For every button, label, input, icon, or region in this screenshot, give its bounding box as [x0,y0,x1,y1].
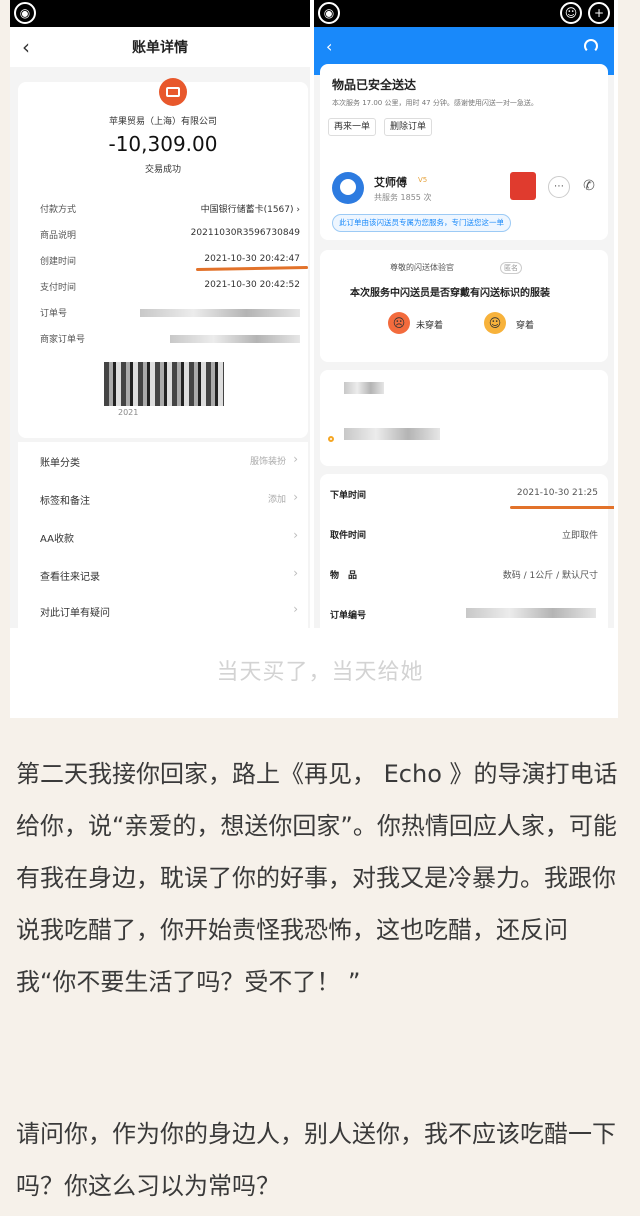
reorder-button[interactable]: 再来一单 [328,118,377,136]
blurred-barcode [104,362,224,406]
row-value: 20211030R3596730849 [190,228,300,238]
menu-label: 账单分类 [40,458,80,469]
location-dot-icon [328,436,334,442]
anonymous-badge: 匿名 [500,262,522,274]
detail-row-payment[interactable]: 付款方式 中国银行储蓄卡(1567) › [40,202,300,218]
menu-item-tags[interactable]: 标签和备注 添加 › [40,490,298,512]
delivered-title: 物品已安全送达 [332,78,417,92]
delete-order-button[interactable]: 删除订单 [384,118,433,136]
delivery-status-card: 物品已安全送达 本次服务 17.00 公里，用时 47 分钟。感谢使用闪送一对一… [320,64,608,240]
row-label: 商家订单号 [40,335,86,345]
menu-value: 服饰装扮 [249,457,286,467]
chevron-right-icon: › [293,602,298,616]
merchant-logo-icon [159,78,187,106]
info-label: 取件时间 [330,531,367,541]
barcode-caption: 2021 [118,408,139,417]
bill-summary-card: 苹果贸易（上海）有限公司 -10,309.00 交易成功 付款方式 中国银行储蓄… [18,78,309,438]
row-label: 商品说明 [40,231,77,241]
nav-bar: ‹ 账单详情 [10,27,310,67]
chat-icon[interactable]: ⋯ [548,176,570,198]
menu-item-category[interactable]: 账单分类 服饰装扮 › [40,452,298,474]
order-info-card: 下单时间 2021-10-30 21:25 取件时间 立即取件 物 品 数码 /… [320,474,614,628]
phone-icon[interactable]: ✆ [578,176,600,198]
handwritten-underline [195,266,309,271]
merchant-name: 苹果贸易（上海）有限公司 [108,117,217,127]
chevron-right-icon: › [293,528,298,542]
row-label: 付款方式 [40,205,77,215]
survey-header: 尊敬的闪送体验官 [390,263,454,272]
paragraph-1: 第二天我接你回家，路上《再见， Echo 》的导演打电话给你，说“亲爱的，想送你… [16,760,618,996]
transaction-status: 交易成功 [144,165,181,175]
menu-item-history[interactable]: 查看往来记录 › [40,566,298,588]
page-title: 账单详情 [132,40,188,56]
option-no-label[interactable]: 未穿着 [416,318,443,331]
address-card [320,370,608,466]
angry-face-icon[interactable]: ☹ [388,312,410,334]
option-yes-label[interactable]: 穿着 [516,318,534,331]
info-value: 2021-10-30 21:25 [516,488,598,498]
courier-tag: 此订单由该闪送员专属为您服务，专门送您这一单 [332,214,511,232]
info-label: 下单时间 [330,491,367,501]
survey-card: 尊敬的闪送体验官 匿名 本次服务中闪送员是否穿戴有闪送标识的服装 ☹ 未穿着 ☺… [320,250,608,362]
plus-icon[interactable]: + [588,2,610,24]
chevron-right-icon: › [293,566,298,580]
survey-question: 本次服务中闪送员是否穿戴有闪送标识的服装 [350,288,550,299]
detail-row-order-no: 订单号 [40,306,300,322]
detail-row-paid: 支付时间 2021-10-30 20:42:52 [40,280,300,296]
blurred-value [170,335,300,343]
menu-value: 添加 [267,495,286,505]
menu-label: 查看往来记录 [40,572,100,583]
info-value: 立即取件 [561,531,598,541]
delivered-subtitle: 本次服务 17.00 公里，用时 47 分钟。感谢使用闪送一对一急送。 [332,99,538,107]
menu-label: 对此订单有疑问 [40,608,110,619]
status-bar: ◉ ☺ + [314,0,614,27]
amount: -10,309.00 [108,132,218,156]
back-icon[interactable]: ‹ [326,37,332,56]
happy-face-icon[interactable]: ☺ [484,312,506,334]
menu-label: AA收款 [40,534,74,545]
row-value: 2021-10-30 20:42:52 [204,280,300,290]
bill-menu: 账单分类 服饰装扮 › 标签和备注 添加 › AA收款 › 查看往来记录 › 对… [18,442,308,628]
row-value: 中国银行储蓄卡(1567) › [200,205,300,215]
delivery-screen: ◉ ☺ + ‹ 物品已安全送达 本次服务 17.00 公里，用时 47 分钟。感… [314,0,614,628]
blurred-value [140,309,300,317]
menu-item-aa[interactable]: AA收款 › [40,528,298,550]
info-label: 物 品 [330,571,358,581]
image-caption: 当天买了，当天给她 [216,660,424,685]
info-value: 数码 / 1公斤 / 默认尺寸 [502,571,598,581]
bill-detail-screen: ◉ ‹ 账单详情 苹果贸易（上海）有限公司 -10,309.00 交易成功 付款… [10,0,310,628]
courier-name: 艾师傅 [374,176,407,189]
chevron-right-icon: › [293,452,298,466]
menu-label: 标签和备注 [40,496,90,507]
row-label: 支付时间 [40,283,77,293]
courier-level: V5 [418,176,428,184]
menu-item-question[interactable]: 对此订单有疑问 › [40,602,298,624]
badge-icon [510,172,536,200]
headset-icon[interactable] [584,39,598,53]
blurred-address [344,382,384,394]
emoji-icon[interactable]: ☺ [560,2,582,24]
blurred-address [344,428,440,440]
paragraph-2: 请问你，作为你的身边人，别人送你，我不应该吃醋一下吗？你这么习以为常吗？ [16,1120,616,1200]
chevron-right-icon: › [293,490,298,504]
detail-row-merchant-order: 商家订单号 [40,332,300,348]
row-label: 订单号 [40,309,68,319]
handwritten-underline [510,506,614,509]
status-bar: ◉ [10,0,310,27]
detail-row-item: 商品说明 20211030R3596730849 [40,228,300,244]
row-value: 2021-10-30 20:42:47 [204,254,300,264]
courier-avatar [332,172,364,204]
courier-count: 共服务 1855 次 [374,193,432,202]
sound-icon: ◉ [14,2,36,24]
blurred-value [466,608,596,618]
row-label: 创建时间 [40,257,77,267]
sound-icon: ◉ [318,2,340,24]
info-label: 订单编号 [330,611,367,621]
